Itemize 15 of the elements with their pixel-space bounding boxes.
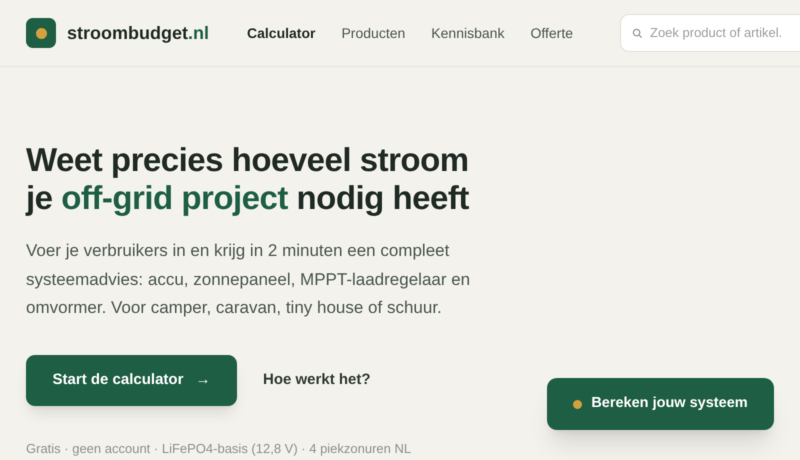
nav-link[interactable]: Producten	[341, 22, 406, 44]
search-icon	[632, 26, 643, 40]
nav-link[interactable]: Calculator	[247, 22, 316, 44]
nav-link[interactable]: Offerte	[530, 22, 574, 44]
start-calculator-button[interactable]: Start de calculator →	[26, 354, 237, 406]
brand-name: stroombudget.nl	[67, 22, 209, 45]
footnote: Gratis · geen account · LiFePO4-basis (12,8 V) · 4 piekzonuren NL	[26, 440, 412, 458]
logo-icon	[26, 18, 56, 48]
calculate-system-button[interactable]: Bereken jouw systeem	[547, 378, 774, 430]
search-input[interactable]: Zoek product of artikel.	[650, 23, 800, 43]
nav-link[interactable]: Kennisbank	[431, 22, 504, 44]
hero-title: Weet precies hoeveel stroom je off-grid project nodig heeft	[26, 141, 470, 217]
search-field[interactable]: Zoek product of artikel.	[620, 14, 800, 52]
hero-intro: Voer je verbruikers in en krijg in 2 minuten een compleet systeemadvies: accu, zonnepaneel, MPPT-laadregelaar en omvormer. Voor camper, caravan, tiny house of schuur.	[26, 240, 472, 319]
how-it-works-link[interactable]: Hoe werkt het?	[263, 368, 371, 392]
